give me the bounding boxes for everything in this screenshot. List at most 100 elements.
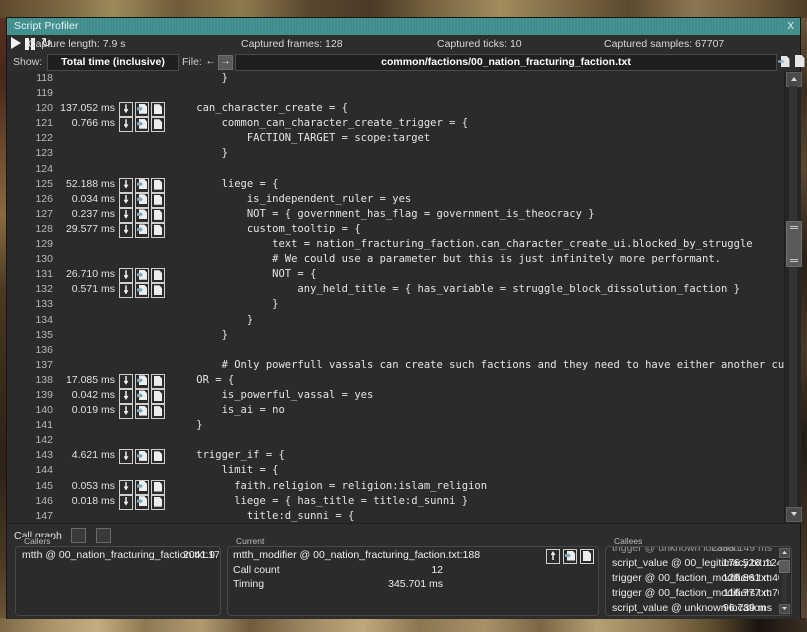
jump-to-icon[interactable] bbox=[135, 223, 149, 238]
jump-to-icon[interactable] bbox=[135, 178, 149, 193]
list-item[interactable]: trigger @ unknown location2388.149 ms bbox=[607, 546, 790, 556]
code-line[interactable]: 130 # We could use a parameter but this … bbox=[7, 252, 784, 267]
jump-to-icon[interactable] bbox=[777, 54, 790, 69]
code-line[interactable]: 123 } bbox=[7, 146, 784, 161]
show-mode-dropdown[interactable]: Total time (inclusive) bbox=[47, 54, 179, 71]
open-file-icon[interactable] bbox=[151, 449, 165, 464]
code-line[interactable]: 133 } bbox=[7, 297, 784, 312]
code-line[interactable]: 118 } bbox=[7, 71, 784, 86]
list-item[interactable]: script_value @ unknown location96.739 ms bbox=[607, 601, 790, 614]
down-arrow-icon[interactable] bbox=[119, 223, 133, 238]
down-arrow-icon[interactable] bbox=[119, 268, 133, 283]
open-file-icon[interactable] bbox=[151, 102, 165, 117]
open-file-icon[interactable] bbox=[151, 178, 165, 193]
down-arrow-icon[interactable] bbox=[119, 178, 133, 193]
jump-to-icon[interactable] bbox=[135, 404, 149, 419]
code-line[interactable]: 119 bbox=[7, 86, 784, 101]
code-line[interactable]: 1260.034 ms is_independent_ruler = yes bbox=[7, 192, 784, 207]
code-line[interactable]: 13126.710 ms NOT = { bbox=[7, 267, 784, 282]
code-line[interactable]: 147 title:d_sunni = { bbox=[7, 509, 784, 523]
code-line[interactable]: 1270.237 ms NOT = { government_has_flag … bbox=[7, 207, 784, 222]
down-arrow-icon[interactable] bbox=[119, 480, 133, 495]
code-line[interactable]: 144 limit = { bbox=[7, 463, 784, 478]
jump-to-icon[interactable] bbox=[563, 549, 577, 564]
code-line[interactable]: 134 } bbox=[7, 313, 784, 328]
code-line[interactable]: 141 } bbox=[7, 418, 784, 433]
code-line[interactable]: 129 text = nation_fracturing_faction.can… bbox=[7, 237, 784, 252]
file-forward-button[interactable]: → bbox=[218, 55, 233, 70]
call-graph-up-button[interactable] bbox=[71, 528, 86, 543]
open-file-icon[interactable] bbox=[151, 389, 165, 404]
list-item[interactable]: script_value @ 00_legitimacy.txt:124176.… bbox=[607, 556, 790, 571]
jump-to-icon[interactable] bbox=[135, 480, 149, 495]
code-line[interactable]: 1434.621 ms trigger_if = { bbox=[7, 448, 784, 463]
jump-to-icon[interactable] bbox=[135, 389, 149, 404]
code-line[interactable]: 1320.571 ms any_held_title = { has_varia… bbox=[7, 282, 784, 297]
down-arrow-icon[interactable] bbox=[119, 404, 133, 419]
list-item[interactable]: trigger @ 00_faction_modifiers.txt:40128… bbox=[607, 571, 790, 586]
list-item[interactable]: trigger @ 00_faction_modifiers.txt:70116… bbox=[607, 586, 790, 601]
down-arrow-icon[interactable] bbox=[119, 283, 133, 298]
window-titlebar[interactable]: Script Profiler X bbox=[7, 18, 800, 35]
code-view[interactable]: 118 }119120137.052 ms can_character_crea… bbox=[7, 71, 784, 523]
down-arrow-icon[interactable] bbox=[119, 449, 133, 464]
jump-to-icon[interactable] bbox=[135, 193, 149, 208]
code-line[interactable]: 1390.042 ms is_powerful_vassal = yes bbox=[7, 388, 784, 403]
open-file-icon[interactable] bbox=[151, 480, 165, 495]
jump-to-icon[interactable] bbox=[135, 117, 149, 132]
code-line[interactable]: 135 } bbox=[7, 328, 784, 343]
callees-scroll-down[interactable] bbox=[779, 604, 790, 614]
code-line[interactable]: 122 FACTION_TARGET = scope:target bbox=[7, 131, 784, 146]
down-arrow-icon[interactable] bbox=[119, 495, 133, 510]
code-line[interactable]: 142 bbox=[7, 433, 784, 448]
open-file-icon[interactable] bbox=[151, 404, 165, 419]
down-arrow-icon[interactable] bbox=[119, 374, 133, 389]
open-file-icon[interactable] bbox=[151, 223, 165, 238]
scrollbar-thumb[interactable] bbox=[786, 221, 802, 267]
code-line[interactable]: 12552.188 ms liege = { bbox=[7, 177, 784, 192]
scroll-up-button[interactable] bbox=[786, 72, 802, 87]
scroll-down-button[interactable] bbox=[786, 507, 802, 522]
open-file-icon[interactable] bbox=[793, 54, 806, 69]
code-line[interactable]: 12829.577 ms custom_tooltip = { bbox=[7, 222, 784, 237]
open-file-icon[interactable] bbox=[151, 374, 165, 389]
open-file-icon[interactable] bbox=[151, 283, 165, 298]
down-arrow-icon[interactable] bbox=[119, 193, 133, 208]
down-arrow-icon[interactable] bbox=[119, 208, 133, 223]
open-file-icon[interactable] bbox=[580, 549, 594, 564]
code-line[interactable]: 120137.052 ms can_character_create = { bbox=[7, 101, 784, 116]
jump-to-icon[interactable] bbox=[135, 283, 149, 298]
jump-to-icon[interactable] bbox=[135, 208, 149, 223]
open-file-icon[interactable] bbox=[151, 268, 165, 283]
file-path-field[interactable]: common/factions/00_nation_fracturing_fac… bbox=[235, 54, 777, 71]
code-line[interactable]: 1460.018 ms liege = { has_title = title:… bbox=[7, 494, 784, 509]
down-arrow-icon[interactable] bbox=[119, 117, 133, 132]
jump-to-icon[interactable] bbox=[135, 374, 149, 389]
close-icon[interactable]: X bbox=[787, 18, 794, 35]
play-icon[interactable] bbox=[11, 37, 21, 49]
down-arrow-icon[interactable] bbox=[119, 102, 133, 117]
jump-to-icon[interactable] bbox=[135, 268, 149, 283]
callees-list[interactable]: trigger @ unknown location2388.149 msscr… bbox=[607, 546, 790, 614]
open-file-icon[interactable] bbox=[151, 193, 165, 208]
up-arrow-icon[interactable] bbox=[546, 549, 560, 564]
open-file-icon[interactable] bbox=[151, 117, 165, 132]
jump-to-icon[interactable] bbox=[135, 102, 149, 117]
code-scrollbar[interactable] bbox=[784, 71, 801, 523]
code-line[interactable]: 1450.053 ms faith.religion = religion:is… bbox=[7, 479, 784, 494]
callees-scroll-up[interactable] bbox=[779, 548, 790, 558]
code-line[interactable]: 124 bbox=[7, 162, 784, 177]
callees-scrollbar[interactable] bbox=[779, 548, 790, 614]
callers-list[interactable]: mtth @ 00_nation_fracturing_faction.txt:… bbox=[17, 548, 219, 614]
open-file-icon[interactable] bbox=[151, 208, 165, 223]
code-line[interactable]: 1400.019 ms is_ai = no bbox=[7, 403, 784, 418]
jump-to-icon[interactable] bbox=[135, 449, 149, 464]
code-line[interactable]: 136 bbox=[7, 343, 784, 358]
list-item[interactable]: mtth @ 00_nation_fracturing_faction.txt:… bbox=[17, 548, 219, 563]
code-line[interactable]: 13817.085 ms OR = { bbox=[7, 373, 784, 388]
file-back-button[interactable]: ← bbox=[203, 55, 218, 70]
down-arrow-icon[interactable] bbox=[119, 389, 133, 404]
jump-to-icon[interactable] bbox=[135, 495, 149, 510]
code-line[interactable]: 137 # Only powerfull vassals can create … bbox=[7, 358, 784, 373]
call-graph-down-button[interactable] bbox=[96, 528, 111, 543]
